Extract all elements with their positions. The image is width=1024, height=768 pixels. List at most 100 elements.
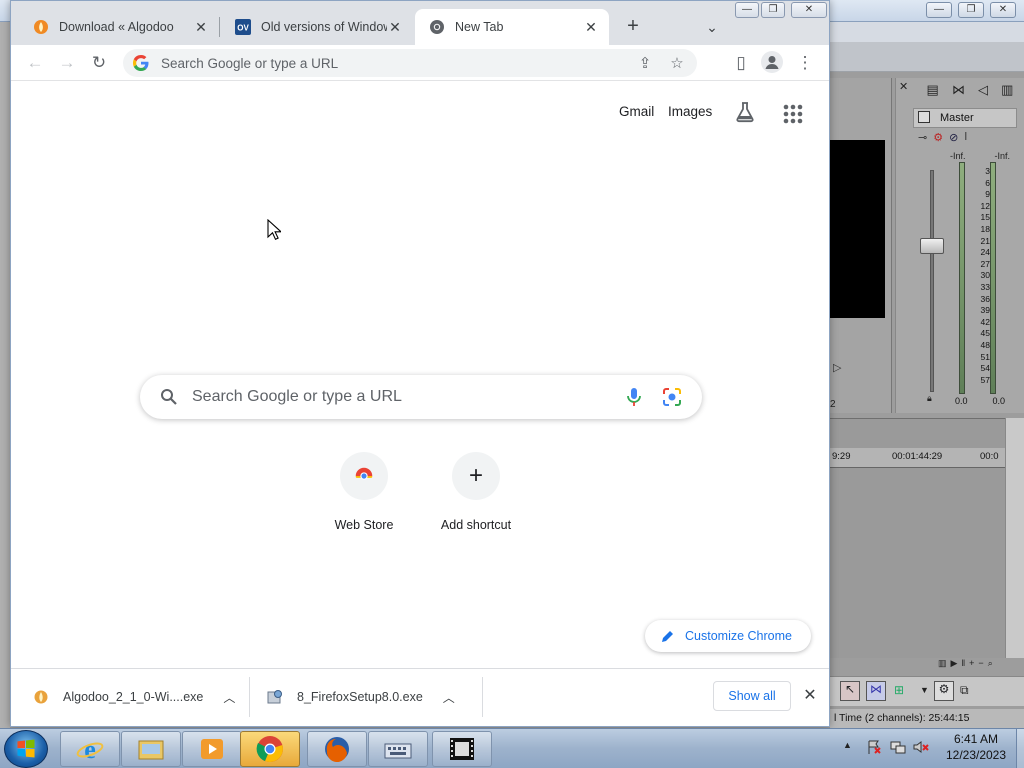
snap-tool-icon[interactable]: ⚙ [934,681,954,701]
mute-icon[interactable]: ⊘ [949,131,958,144]
download-options-chevron-icon[interactable]: ︿ [439,689,459,706]
volume-muted-icon[interactable] [913,739,929,755]
clock-date: 12/23/2023 [945,748,1007,762]
close-tab-icon[interactable]: ✕ [583,19,599,36]
customize-chrome-button[interactable]: Customize Chrome [645,620,811,652]
dropdown-arrow-icon[interactable]: ▼ [920,685,929,695]
background-restore-button[interactable]: ❐ [958,2,984,18]
mixer-tool-icon[interactable]: ⋈ [952,82,965,100]
chrome-close-button[interactable]: ✕ [791,2,827,18]
plus-icon: + [468,462,483,489]
insert-icon[interactable]: ⊸ [918,131,927,144]
chrome-minimize-button[interactable]: — [735,2,759,18]
google-apps-grid-icon[interactable] [782,103,804,125]
profile-avatar-icon[interactable] [761,51,783,73]
meter-scale-tick: 27 [980,258,990,269]
background-close-button[interactable]: ✕ [990,2,1016,18]
close-download-shelf-icon[interactable]: ✕ [801,687,819,705]
transport-icon[interactable]: ▥ [938,658,947,672]
gmail-link[interactable]: Gmail [619,104,654,119]
taskbar-firefox[interactable] [307,731,367,767]
taskbar-windows-explorer[interactable] [121,731,181,767]
back-arrow-icon[interactable]: ← [23,51,47,75]
plus-icon[interactable]: + [969,658,974,672]
tab-algodoo[interactable]: Download « Algodoo ✕ [19,9,219,45]
new-tab-plus-icon[interactable]: + [621,15,645,39]
envelope-tool-icon[interactable]: ⋈ [866,681,886,701]
forward-arrow-icon[interactable]: → [55,51,79,75]
taskbar-internet-explorer[interactable]: e [60,731,120,767]
meter-value-left: 0.0 [955,396,968,406]
installer-file-icon [267,690,282,704]
shortcut-tile [340,452,388,500]
share-icon[interactable]: ⇪ [633,54,657,72]
zoom-icon[interactable]: ⌕ [988,658,993,672]
meter-scale-tick: 39 [980,305,990,316]
google-lens-camera-icon[interactable] [660,385,684,409]
chrome-labs-flask-icon[interactable] [733,100,757,124]
fx-gear-icon[interactable]: ⚙ [933,131,943,144]
level-meter-left [959,162,965,394]
show-desktop-button[interactable] [1016,729,1024,768]
mixer-tool-icon[interactable]: ◁ [978,82,988,100]
tab-search-chevron-icon[interactable]: ⌄ [701,15,723,39]
taskbar-media-player[interactable] [182,731,242,767]
solo-icon[interactable]: ǀ [964,131,967,144]
master-bus-icon[interactable] [918,111,930,123]
tab-new-tab[interactable]: New Tab ✕ [415,9,609,45]
volume-fader-track[interactable] [930,170,934,392]
search-icon [161,389,177,405]
shortcut-add[interactable]: + Add shortcut [420,452,532,532]
ntp-search-box[interactable]: Search Google or type a URL [140,375,702,419]
close-tab-icon[interactable]: ✕ [387,19,403,36]
film-strip-icon [450,738,474,760]
reload-icon[interactable]: ↻ [87,51,111,75]
download-item-algodoo[interactable]: Algodoo_2_1_0-Wi....exe ︿ [33,679,239,715]
side-panel-icon[interactable]: ▯ [729,51,753,75]
background-minimize-button[interactable]: — [926,2,952,18]
meter-value-right: 0.0 [992,396,1005,406]
auto-ripple-icon[interactable]: ⧉ [960,683,969,698]
play-icon[interactable]: ▶ [951,658,958,672]
mixer-tool-icon[interactable]: ▥ [1001,82,1013,100]
meter-scale-tick: 54 [980,363,990,374]
edit-tool-icon[interactable]: ↖ [840,681,860,701]
meter-scale-tick: 21 [980,235,990,246]
taskbar-google-chrome[interactable] [240,731,300,767]
mixer-tool-icon[interactable]: ▤ [927,82,939,100]
tab-old-versions[interactable]: OV Old versions of Windows ✕ [221,9,413,45]
new-tab-page: Gmail Images Search Google or type a URL [11,82,829,668]
taskbar-clock[interactable]: 6:41 AM 12/23/2023 [938,731,1014,763]
address-bar[interactable]: Search Google or type a URL ⇪ ☆ [123,49,697,77]
chrome-window: Download « Algodoo ✕ OV Old versions of … [10,0,830,727]
timeline-scrollbar[interactable] [1005,418,1024,658]
show-hidden-icons-icon[interactable]: ▲ [843,740,852,750]
close-pane-icon[interactable]: ✕ [899,80,908,93]
minus-icon[interactable]: − [978,658,983,672]
chrome-menu-kebab-icon[interactable]: ⋮ [793,51,817,75]
start-button-windows-icon[interactable] [4,730,48,768]
meter-scale-tick: 12 [980,200,990,211]
action-center-flag-icon[interactable] [866,739,882,755]
shortcut-web-store[interactable]: Web Store [308,452,420,532]
show-all-downloads-button[interactable]: Show all [713,681,791,711]
lock-icon[interactable]: 🔒︎ [927,393,932,404]
media-player-icon [201,739,223,759]
images-link[interactable]: Images [668,104,712,119]
download-item-firefox[interactable]: 8_FirefoxSetup8.0.exe ︿ [267,679,459,715]
close-tab-icon[interactable]: ✕ [193,19,209,36]
customize-chrome-label: Customize Chrome [685,629,792,643]
play-icon[interactable]: ▷ [833,361,841,374]
network-icon[interactable] [890,739,906,755]
bookmark-star-icon[interactable]: ☆ [665,54,689,72]
shortcut-label: Add shortcut [440,518,512,532]
selection-tool-icon[interactable]: ⊞ [894,683,904,697]
chrome-restore-button[interactable]: ❐ [761,2,785,18]
volume-fader-knob[interactable] [920,238,944,254]
taskbar-on-screen-keyboard[interactable] [368,731,428,767]
timeline-ruler[interactable]: 9:29 00:01:44:29 00:0 [830,448,1005,468]
download-options-chevron-icon[interactable]: ︿ [219,689,239,706]
voice-search-mic-icon[interactable] [622,385,646,409]
pause-icon[interactable]: ‖ [961,658,965,672]
taskbar-video-editor[interactable] [432,731,492,767]
